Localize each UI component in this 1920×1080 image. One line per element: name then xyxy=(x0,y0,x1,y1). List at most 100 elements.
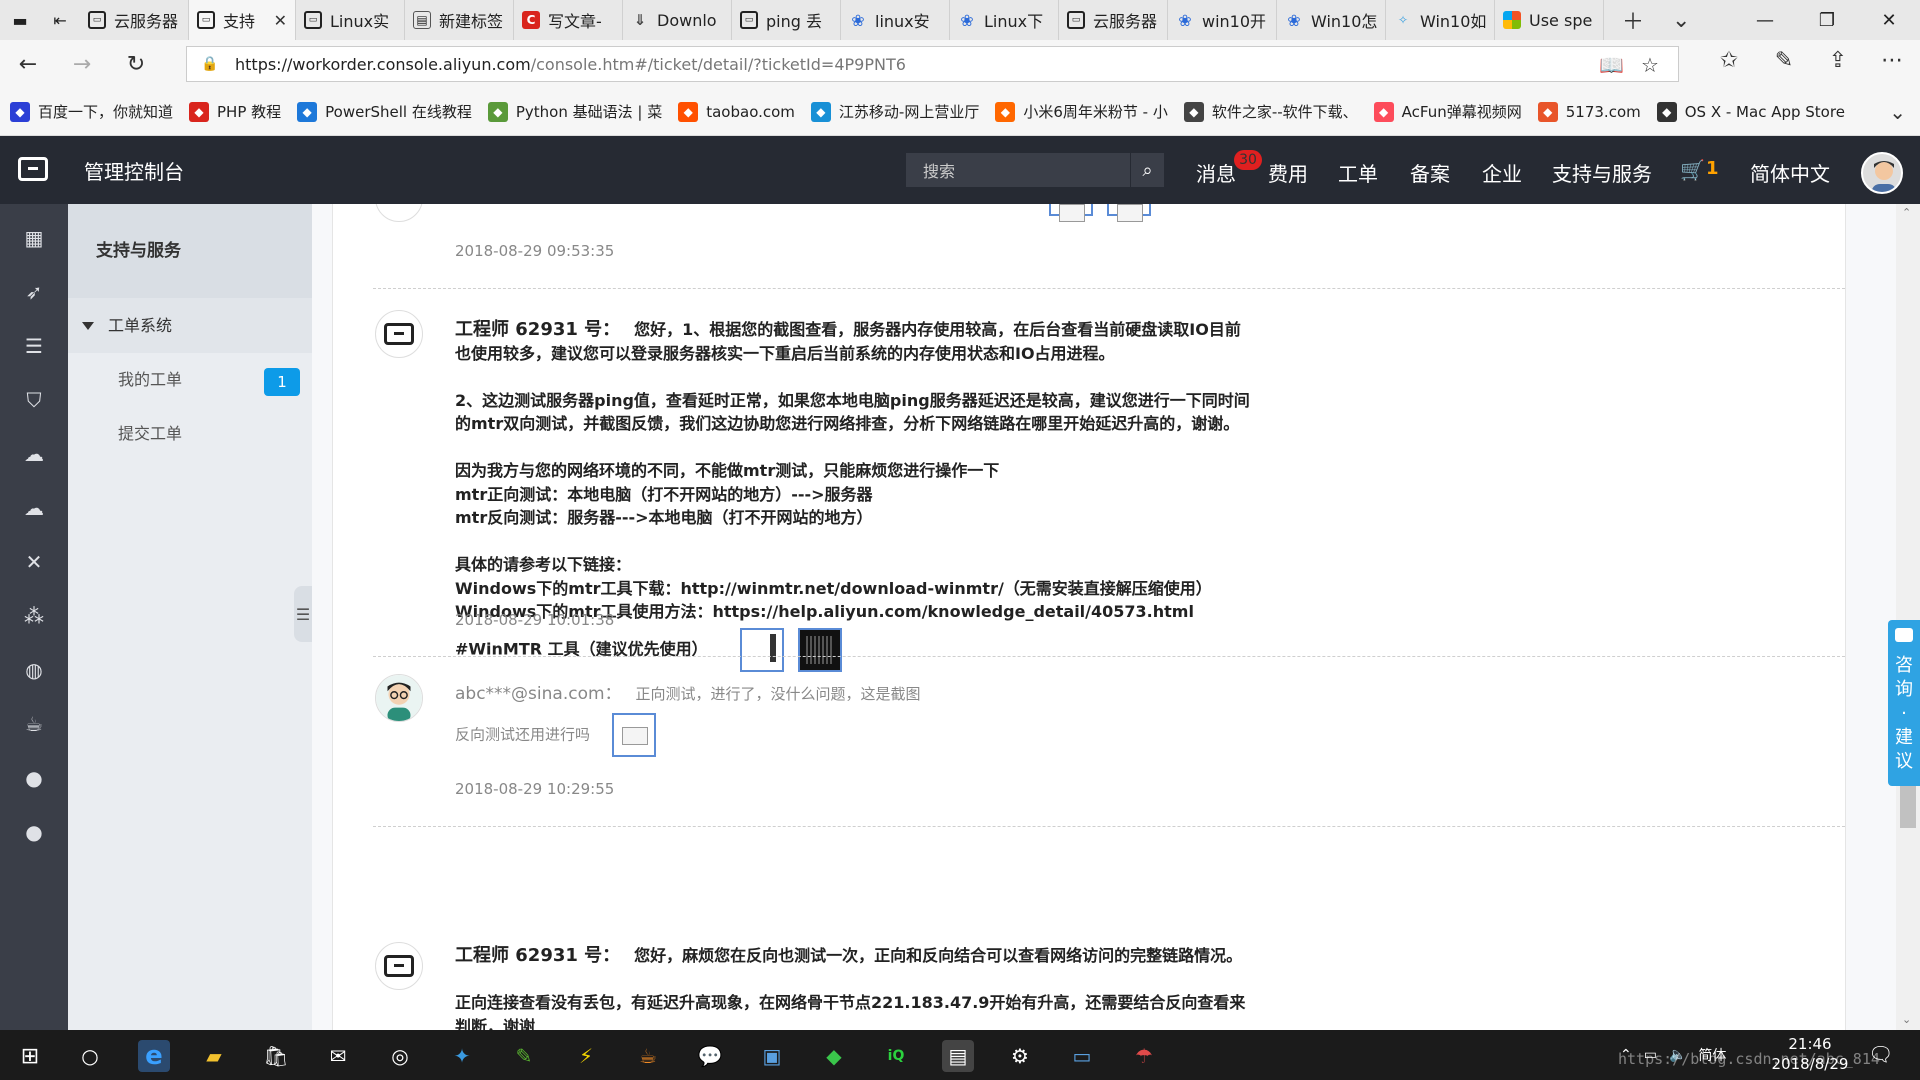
tab-10[interactable]: ❀ win10开 xyxy=(1168,0,1277,40)
tab-12[interactable]: ✧ Win10如 xyxy=(1386,0,1495,40)
store-icon[interactable]: 🛍 xyxy=(260,1040,292,1072)
file-explorer-icon[interactable]: ▰ xyxy=(198,1040,230,1072)
share-icon[interactable]: ⇪ xyxy=(1822,48,1854,73)
forward-arrow-icon[interactable]: → xyxy=(66,48,98,80)
notepad-app-icon[interactable]: ✎ xyxy=(508,1040,540,1072)
tab-6[interactable]: ▭ ping 丢 xyxy=(732,0,841,40)
favorites-hub-icon[interactable]: ✩ xyxy=(1713,48,1745,73)
back-tabs-icon[interactable]: ⇤ xyxy=(40,0,80,40)
server-list-icon[interactable]: ☰ xyxy=(22,334,46,358)
sidebar-item-submit-ticket[interactable]: 提交工单 xyxy=(68,407,312,461)
favorite-link[interactable]: ◆ 5173.com xyxy=(1528,101,1641,122)
tab-7[interactable]: ❀ linux安 xyxy=(841,0,950,40)
reading-view-icon[interactable]: 📖 xyxy=(1599,53,1624,77)
tab-9[interactable]: ▭ 云服务器 xyxy=(1059,0,1168,40)
minimize-icon[interactable]: — xyxy=(1734,0,1796,40)
settings-gear-icon[interactable]: ⚙ xyxy=(1004,1040,1036,1072)
pen-notes-icon[interactable]: ✎ xyxy=(1768,48,1800,73)
bolt-app-icon[interactable]: ⚡ xyxy=(570,1040,602,1072)
page-scrollbar[interactable]: ⌃ ⌄ xyxy=(1896,204,1920,1030)
console-title[interactable]: 管理控制台 xyxy=(84,156,184,185)
tab-2[interactable]: ▭ Linux实 xyxy=(296,0,405,40)
media-player-icon[interactable]: ◎ xyxy=(384,1040,416,1072)
new-tab-icon[interactable]: ＋ xyxy=(1622,4,1644,36)
evernote-icon[interactable]: ◆ xyxy=(818,1040,850,1072)
photo-app-icon[interactable]: ▣ xyxy=(756,1040,788,1072)
attachment-thumbnail[interactable] xyxy=(1107,204,1151,222)
attachment-thumbnail[interactable] xyxy=(612,712,657,757)
user-avatar[interactable] xyxy=(1861,152,1903,194)
network-nodes-icon[interactable]: ⁂ xyxy=(22,604,46,628)
edge-browser-icon[interactable]: e xyxy=(138,1040,170,1072)
nav-billing[interactable]: 费用 xyxy=(1268,158,1308,187)
cup-icon[interactable]: ☕ xyxy=(22,712,46,736)
close-tab-icon[interactable]: ✕ xyxy=(274,11,287,30)
tab-8[interactable]: ❀ Linux下 xyxy=(950,0,1059,40)
search-icon[interactable]: ⌕ xyxy=(1130,153,1164,187)
favorite-star-icon[interactable]: ☆ xyxy=(1641,53,1659,77)
tools-icon[interactable]: ✕ xyxy=(22,550,46,574)
bird-app-icon[interactable]: ✦ xyxy=(446,1040,478,1072)
grid-menu-icon[interactable]: ▦ xyxy=(22,226,46,250)
address-bar[interactable]: 🔒 https://workorder.console.aliyun.com/c… xyxy=(186,46,1679,82)
nav-tickets[interactable]: 工单 xyxy=(1338,158,1378,187)
nav-support[interactable]: 支持与服务 xyxy=(1552,158,1652,187)
language-switch[interactable]: 简体中文 xyxy=(1750,158,1830,187)
consult-suggest-button[interactable]: 咨询 · 建议 xyxy=(1888,620,1920,786)
nav-icp[interactable]: 备案 xyxy=(1410,158,1450,187)
shield-icon[interactable]: ⛉ xyxy=(22,388,46,412)
favorite-link[interactable]: ◆ taobao.com xyxy=(668,101,795,122)
mail-icon[interactable]: ✉ xyxy=(322,1040,354,1072)
scroll-up-icon[interactable]: ⌃ xyxy=(1902,206,1911,219)
favorite-link[interactable]: ◆ PHP 教程 xyxy=(179,101,281,122)
favorites-overflow-chevron-icon[interactable]: ⌄ xyxy=(1889,100,1906,124)
more-icon[interactable]: ⋯ xyxy=(1876,48,1908,73)
favorite-link[interactable]: ◆ PowerShell 在线教程 xyxy=(287,101,472,122)
tab-5[interactable]: ⇓ Downlo xyxy=(623,0,732,40)
remote-desktop-icon[interactable]: ▤ xyxy=(942,1040,974,1072)
tab-preview-chevron-icon[interactable]: ⌄ xyxy=(1672,8,1690,33)
cloud-icon[interactable]: ☁ xyxy=(22,442,46,466)
close-window-icon[interactable]: ✕ xyxy=(1858,0,1920,40)
tab-3[interactable]: ▤ 新建标签 xyxy=(405,0,514,40)
circle-icon[interactable]: ● xyxy=(22,820,46,844)
cart-icon[interactable]: 🛒 xyxy=(1680,158,1705,182)
window-app-icon[interactable]: ▭ xyxy=(1066,1040,1098,1072)
back-arrow-icon[interactable]: ← xyxy=(12,48,44,80)
attachment-thumbnail[interactable] xyxy=(797,627,842,672)
tab-0[interactable]: ▭ 云服务器 xyxy=(80,0,189,40)
nav-enterprise[interactable]: 企业 xyxy=(1482,158,1522,187)
attachment-thumbnail[interactable] xyxy=(739,627,784,672)
tab-manager-icon[interactable]: ▬ xyxy=(0,0,40,40)
winmtr-download-link[interactable]: Windows下的mtr工具下载：http://winmtr.net/downl… xyxy=(455,577,1275,601)
scroll-down-icon[interactable]: ⌄ xyxy=(1902,1013,1911,1026)
sidebar-group-ticket-system[interactable]: 工单系统 xyxy=(68,298,312,353)
rocket-icon[interactable]: ➶ xyxy=(22,280,46,304)
favorite-link[interactable]: ◆ 百度一下，你就知道 xyxy=(0,101,173,122)
cortana-search-icon[interactable]: ○ xyxy=(74,1040,106,1072)
search-input[interactable]: 搜索 xyxy=(906,153,1164,187)
globe-icon[interactable]: ◍ xyxy=(22,658,46,682)
aliyun-logo-icon[interactable] xyxy=(18,157,48,181)
tab-13[interactable]: Use spe xyxy=(1495,0,1604,40)
favorite-link[interactable]: ◆ AcFun弹幕视频网 xyxy=(1364,101,1522,122)
favorite-link[interactable]: ◆ 江苏移动-网上营业厅 xyxy=(801,101,979,122)
nav-messages[interactable]: 消息 xyxy=(1196,158,1236,187)
tab-11[interactable]: ❀ Win10怎 xyxy=(1277,0,1386,40)
coffee-app-icon[interactable]: ☕ xyxy=(632,1040,664,1072)
attachment-thumbnail[interactable] xyxy=(1049,204,1093,222)
cloud-upload-icon[interactable]: ☁ xyxy=(22,496,46,520)
wechat-icon[interactable]: 💬 xyxy=(694,1040,726,1072)
refresh-icon[interactable]: ↻ xyxy=(120,48,152,80)
windows-start-icon[interactable]: ⊞ xyxy=(14,1040,46,1072)
restore-icon[interactable]: ❐ xyxy=(1796,0,1858,40)
collapse-sidebar-icon[interactable]: ☰ xyxy=(294,586,312,642)
iqiyi-icon[interactable]: iQ xyxy=(880,1040,912,1072)
favorite-link[interactable]: ◆ 小米6周年米粉节 - 小 xyxy=(985,101,1168,122)
favorite-link[interactable]: ◆ 软件之家--软件下载、 xyxy=(1174,101,1358,122)
circle-icon[interactable]: ● xyxy=(22,766,46,790)
tab-1[interactable]: ▭ 支持 ✕ xyxy=(189,0,296,40)
tab-4[interactable]: C 写文章- xyxy=(514,0,623,40)
favorite-link[interactable]: ◆ Python 基础语法 | 菜 xyxy=(478,101,662,122)
mushroom-app-icon[interactable]: ☂ xyxy=(1128,1040,1160,1072)
